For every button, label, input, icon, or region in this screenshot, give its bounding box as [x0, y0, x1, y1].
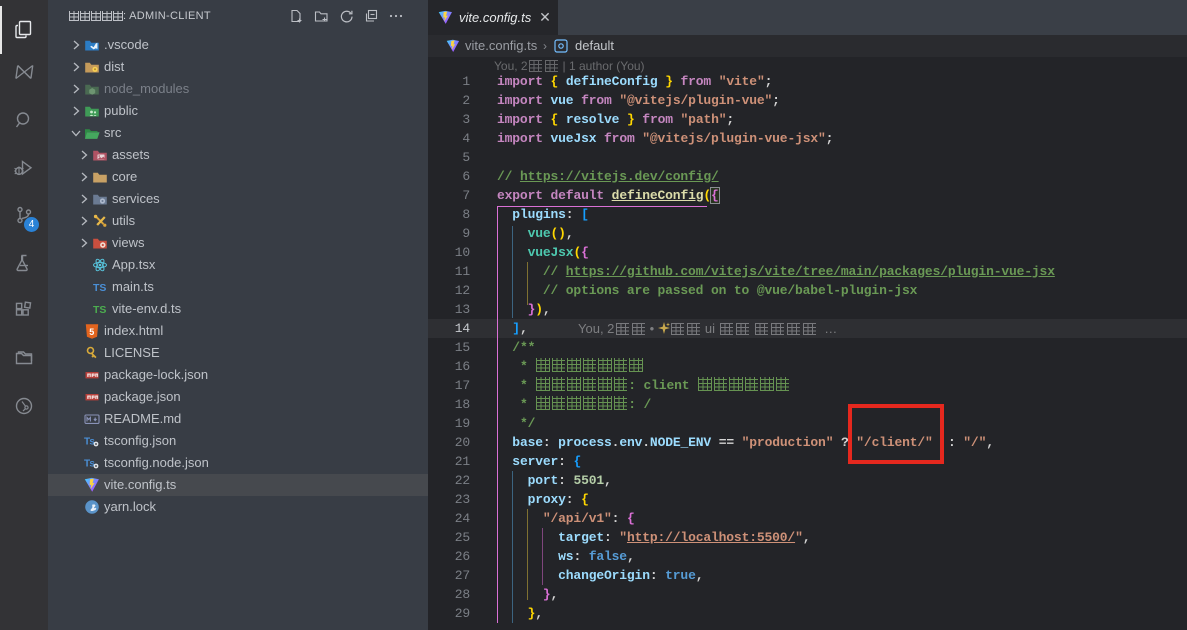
svg-text:TS: TS: [93, 282, 106, 294]
svg-text:TS: TS: [93, 304, 106, 316]
svg-text:5: 5: [89, 327, 94, 337]
svg-text:Ts: Ts: [84, 437, 95, 448]
svg-text:Ts: Ts: [84, 459, 95, 470]
